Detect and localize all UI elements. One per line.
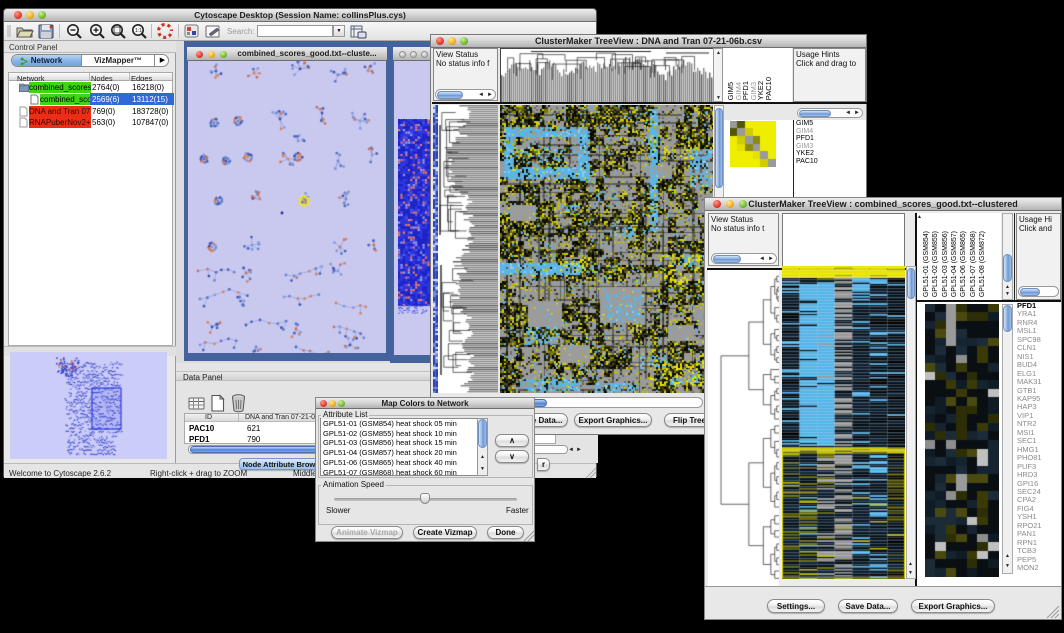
svg-text:1:1: 1:1 — [135, 28, 142, 34]
